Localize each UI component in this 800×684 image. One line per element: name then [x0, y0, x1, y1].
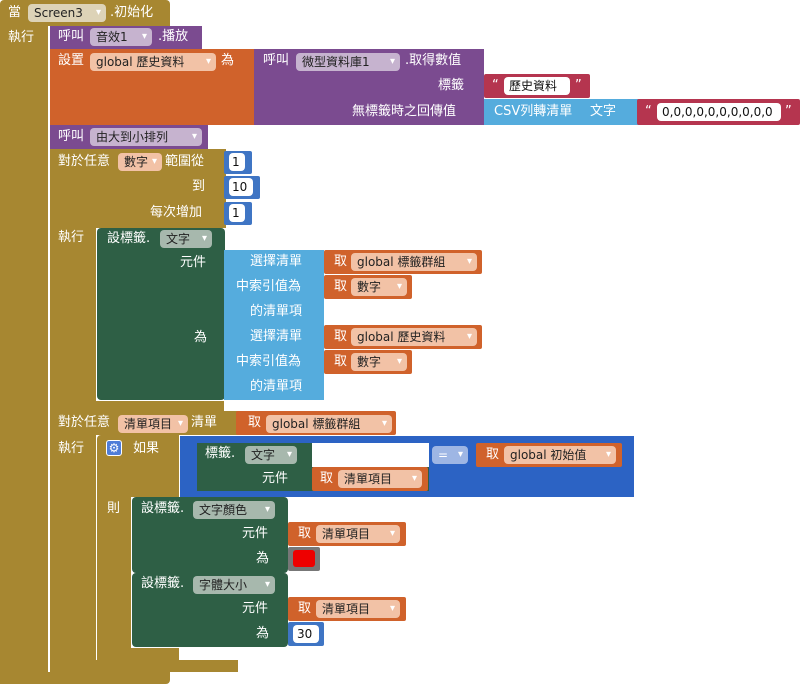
range-from-label: 範圍從: [165, 154, 205, 169]
if-bottom-cap: [97, 648, 179, 660]
select-item-label-2c: 的清單項: [250, 379, 303, 394]
default-value-label: 無標籤時之回傳值: [352, 104, 457, 119]
for-each-label: 對於任意: [58, 415, 111, 430]
from-number-field[interactable]: 1: [229, 153, 245, 171]
getvalue-method-label: .取得數值: [405, 53, 462, 68]
for-range-spine: [50, 228, 96, 403]
component-label: 元件: [180, 255, 207, 270]
component-dropdown-screen3[interactable]: Screen3: [28, 4, 106, 22]
for-range-do-label: 執行: [58, 230, 85, 245]
event-spine: [0, 26, 48, 684]
rhs-get-label: 取: [486, 447, 500, 462]
mutator-gear-icon[interactable]: ⚙: [106, 440, 122, 456]
font-size-number-field[interactable]: 30: [293, 625, 319, 643]
tinydb-component-dropdown[interactable]: 微型資料庫1: [296, 53, 400, 71]
set1-label: 設標籤.: [141, 501, 185, 516]
for-each-spine: [50, 435, 96, 663]
set2-component-label: 元件: [242, 601, 269, 616]
compare-operator-dropdown[interactable]: =: [432, 446, 468, 464]
tinydb-call-label: 呼叫: [263, 53, 290, 68]
index-var-dropdown-1[interactable]: 數字: [351, 278, 407, 296]
select-item-label-2b: 中索引值為: [236, 354, 302, 369]
for-range-bottom-cap: [50, 401, 224, 411]
play-method-label: .播放: [158, 29, 189, 44]
for-each-list-dropdown[interactable]: global 標籤群組: [266, 415, 392, 433]
if-label: 如果: [133, 441, 160, 456]
get-label-2: 取: [334, 279, 348, 294]
cond-prop-dropdown[interactable]: 文字: [245, 446, 297, 464]
close-quote-icon: ”: [575, 78, 582, 93]
if-spine: [97, 497, 131, 659]
set2-get-label: 取: [298, 601, 312, 616]
set1-item-dropdown[interactable]: 清單項目: [316, 525, 400, 543]
select-item-label-1a: 選擇清單: [250, 254, 303, 269]
cond-prop-label: 標籤.: [205, 446, 236, 461]
set-to-label-2: 為: [194, 330, 208, 345]
range-to-label: 到: [192, 179, 206, 194]
for-range-label: 對於任意: [58, 154, 111, 169]
event-do-label: 執行: [8, 30, 35, 45]
sound-component-dropdown[interactable]: 音效1: [90, 28, 152, 46]
then-label: 則: [107, 501, 121, 516]
history-var-dropdown[interactable]: global 歷史資料: [90, 53, 216, 71]
cond-prop-gap: [312, 443, 429, 467]
set2-item-dropdown[interactable]: 清單項目: [316, 600, 400, 618]
set-to-label: 為: [221, 53, 235, 68]
set1-to-label: 為: [256, 551, 270, 566]
set2-label: 設標籤.: [141, 576, 185, 591]
set2-to-label: 為: [256, 626, 270, 641]
label-property-dropdown[interactable]: 文字: [160, 230, 212, 248]
csv-text-label: 文字: [590, 104, 617, 119]
set1-prop-dropdown[interactable]: 文字顏色: [193, 501, 275, 519]
label-list-var-dropdown-1[interactable]: global 標籤群組: [351, 253, 477, 271]
set1-get-label: 取: [298, 526, 312, 541]
cond-item-dropdown[interactable]: 清單項目: [338, 470, 422, 488]
get-label-3: 取: [334, 329, 348, 344]
event-name-label: .初始化: [110, 5, 154, 20]
for-each-var-field[interactable]: 清單項目: [118, 415, 188, 433]
cond-component-label: 元件: [262, 471, 289, 486]
tag-text-field[interactable]: 歷史資料: [504, 77, 570, 95]
event-prefix-label: 當: [8, 5, 22, 20]
set2-prop-dropdown[interactable]: 字體大小: [193, 576, 275, 594]
step-number-field[interactable]: 1: [229, 204, 245, 222]
csv-close-quote-icon: ”: [785, 104, 792, 119]
set-label: 設置: [58, 53, 85, 68]
set-label-prefix: 設標籤.: [107, 231, 151, 246]
for-each-do-label: 執行: [58, 441, 85, 456]
sort-procedure-dropdown[interactable]: 由大到小排列: [90, 128, 202, 146]
initial-value-dropdown[interactable]: global 初始值: [504, 446, 616, 464]
open-quote-icon: “: [492, 78, 499, 93]
call-label: 呼叫: [58, 29, 85, 44]
for-each-bottom-cap: [50, 660, 238, 672]
select-item-label-2a: 選擇清單: [250, 329, 303, 344]
for-each-list-label: 清單: [191, 415, 218, 430]
cond-get-label: 取: [320, 471, 334, 486]
call-sort-label: 呼叫: [58, 129, 85, 144]
csv-open-quote-icon: “: [645, 104, 652, 119]
tag-label: 標籤: [438, 78, 465, 93]
csv-block-label: CSV列轉清單: [494, 104, 573, 119]
get-label-1: 取: [334, 254, 348, 269]
for-each-get-label: 取: [248, 415, 262, 430]
color-swatch[interactable]: [293, 550, 315, 567]
for-range-var-field[interactable]: 數字: [118, 153, 162, 171]
history-list-var-dropdown[interactable]: global 歷史資料: [351, 328, 477, 346]
set1-component-label: 元件: [242, 526, 269, 541]
csv-text-field[interactable]: 0,0,0,0,0,0,0,0,0,0: [657, 103, 781, 121]
index-var-dropdown-2[interactable]: 數字: [351, 353, 407, 371]
event-bottom-cap: [0, 672, 170, 684]
get-label-4: 取: [334, 354, 348, 369]
select-item-label-1c: 的清單項: [250, 304, 303, 319]
range-step-label: 每次增加: [150, 205, 203, 220]
select-item-label-1b: 中索引值為: [236, 279, 302, 294]
to-number-field[interactable]: 10: [229, 178, 253, 196]
